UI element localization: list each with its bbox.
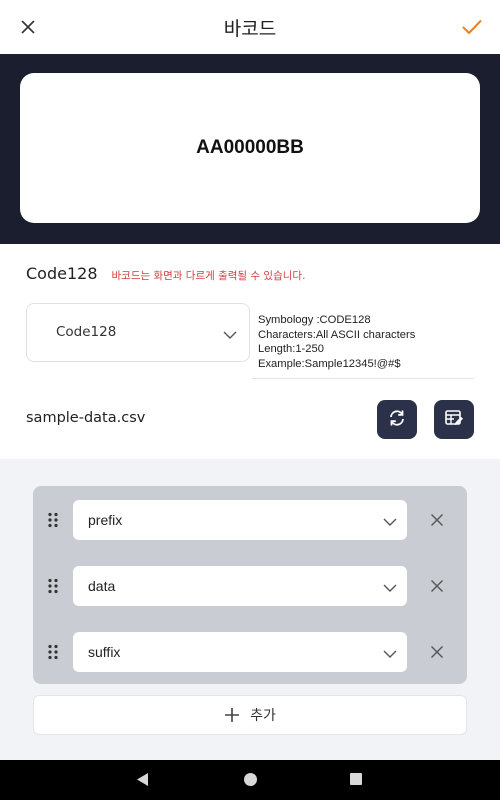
remove-field-icon[interactable]	[427, 642, 447, 662]
fields-panel: prefix data suffix	[33, 486, 467, 684]
field-select[interactable]: prefix	[73, 500, 407, 540]
field-select-value: data	[88, 578, 116, 594]
add-field-label: 추가	[250, 708, 276, 724]
back-icon[interactable]	[136, 772, 149, 791]
field-select-value: suffix	[88, 644, 121, 660]
page-title: 바코드	[223, 18, 277, 40]
edit-table-button[interactable]	[434, 400, 474, 439]
divider	[252, 378, 474, 379]
drag-handle-icon[interactable]	[47, 512, 59, 528]
field-select-value: prefix	[88, 512, 123, 528]
print-warning-text: 바코드는 화면과 다르게 출력될 수 있습니다.	[111, 270, 306, 282]
field-composition-section: prefix data suffix 추가	[0, 459, 500, 760]
barcode-preview-card: AA00000BB	[20, 73, 480, 223]
field-row: data	[33, 566, 467, 606]
system-navigation-bar	[0, 760, 500, 800]
field-select[interactable]: suffix	[73, 632, 407, 672]
symbology-info: Symbology :CODE128 Characters:All ASCII …	[258, 313, 474, 371]
barcode-preview-area: AA00000BB	[0, 54, 500, 244]
confirm-check-icon[interactable]	[458, 13, 486, 41]
symbology-info-line: Example:Sample12345!@#$	[258, 357, 401, 370]
chevron-down-icon	[383, 644, 397, 663]
table-edit-icon	[444, 408, 464, 432]
recent-apps-icon[interactable]	[350, 773, 362, 785]
drag-handle-icon[interactable]	[47, 644, 59, 660]
data-file-name: sample-data.csv	[26, 410, 146, 426]
refresh-data-button[interactable]	[377, 400, 417, 439]
chevron-down-icon	[223, 325, 237, 344]
field-row: prefix	[33, 500, 467, 540]
symbology-info-line: Length:1-250	[258, 343, 324, 356]
refresh-icon	[387, 408, 407, 432]
add-field-button[interactable]: 추가	[33, 695, 467, 735]
field-row: suffix	[33, 632, 467, 672]
top-app-bar: 바코드	[0, 0, 500, 54]
symbology-info-line: Symbology :CODE128	[258, 314, 371, 326]
symbology-label: Code128	[26, 264, 98, 283]
symbology-header: Code128 바코드는 화면과 다르게 출력될 수 있습니다.	[26, 264, 305, 283]
symbology-select[interactable]: Code128	[26, 303, 250, 362]
remove-field-icon[interactable]	[427, 576, 447, 596]
chevron-down-icon	[383, 578, 397, 597]
field-select[interactable]: data	[73, 566, 407, 606]
home-icon[interactable]	[244, 773, 257, 786]
drag-handle-icon[interactable]	[47, 578, 59, 594]
barcode-preview-value: AA00000BB	[196, 137, 304, 158]
chevron-down-icon	[383, 512, 397, 531]
symbology-info-line: Characters:All ASCII characters	[258, 328, 416, 341]
remove-field-icon[interactable]	[427, 510, 447, 530]
plus-icon	[224, 707, 240, 723]
symbology-select-value: Code128	[56, 324, 117, 340]
